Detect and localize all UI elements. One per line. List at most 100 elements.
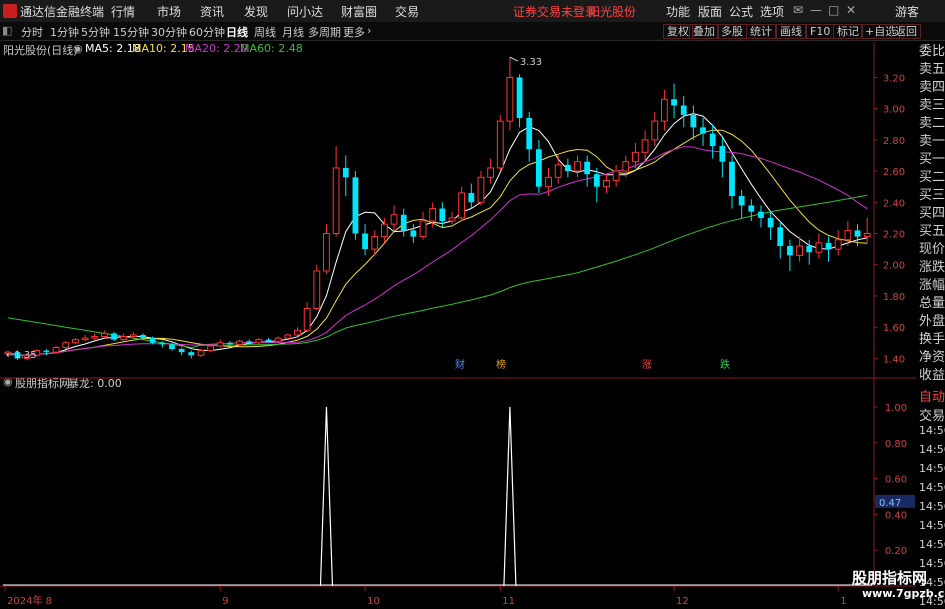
candle-down <box>535 149 542 187</box>
candle-up <box>255 339 263 344</box>
tick-time: 14:56 <box>919 538 945 551</box>
period-5min[interactable]: 5分钟 <box>81 24 110 40</box>
candle-down <box>748 205 755 212</box>
watermark-title: 股朋指标网 <box>852 569 928 587</box>
candle-up <box>574 161 581 172</box>
ind-y-tick-label: 0.20 <box>885 546 907 557</box>
candle-down <box>825 242 832 250</box>
tick-time: 14:56 <box>919 481 945 494</box>
menu-faxian[interactable]: 发现 <box>244 3 268 20</box>
candle-up <box>332 167 340 235</box>
tick-panel: 自动交易14:5614:5614:5614:5614:5614:5614:561… <box>918 384 945 608</box>
info-tag: 涨 <box>642 359 652 371</box>
candle-down <box>709 133 716 147</box>
btn-biaoji[interactable]: 标记 <box>833 24 863 39</box>
menu-bar: 通达信金融终端 行情 市场 资讯 发现 问小达 财富圈 交易 证券交易未登录 阳… <box>0 0 945 23</box>
kline-chart[interactable]: 3.20 3.00 2.80 2.60 2.40 2.20 2.00 1.80 1.60 1.40… <box>0 42 918 609</box>
period-left-icon[interactable]: ◧ <box>2 24 12 37</box>
candle-down <box>111 333 117 340</box>
tick-panel-label: 交易 <box>919 409 945 424</box>
quote-field-label: 现价 <box>919 242 945 257</box>
period-multi[interactable]: 多周期 <box>308 24 341 40</box>
ma5-line <box>7 113 868 356</box>
minimize-icon[interactable]: — <box>810 3 822 17</box>
menu-jiaoyi[interactable]: 交易 <box>395 3 419 20</box>
candle-down <box>246 341 253 343</box>
menu-gongshi[interactable]: 公式 <box>729 3 753 20</box>
btn-diejia[interactable]: 叠加 <box>689 24 719 39</box>
candle-up <box>371 236 379 250</box>
menu-wenxiaoda[interactable]: 问小达 <box>287 3 323 20</box>
candle-up <box>458 192 466 219</box>
quote-field-label: 买五 <box>919 224 945 239</box>
period-60min[interactable]: 60分钟 <box>189 24 225 40</box>
tick-panel-label: 自动 <box>919 390 945 405</box>
period-more[interactable]: 更多 <box>343 24 365 40</box>
y-tick-label: 1.40 <box>883 354 905 365</box>
candle-up <box>81 337 89 341</box>
period-monthly[interactable]: 月线 <box>282 24 304 40</box>
menu-caifuquan[interactable]: 财富圈 <box>341 3 377 20</box>
candle-up <box>236 340 243 345</box>
btn-tongji[interactable]: 统计 <box>746 24 776 39</box>
candle-down <box>738 196 745 206</box>
watermark-url: www.7gpzb.com <box>862 587 945 600</box>
quote-field-label: 委比 <box>919 44 945 59</box>
period-1min[interactable]: 1分钟 <box>50 24 79 40</box>
message-icon[interactable]: ✉ <box>793 3 803 17</box>
quote-panel: 委比 卖五 卖四 卖三 卖二 卖一 买一 买二 买三 买四 买五 现价 涨跌 涨幅 总量 外盘 换手 净资 收益 <box>918 42 945 384</box>
period-weekly[interactable]: 周线 <box>254 24 276 40</box>
x-tick-label: 10 <box>367 596 380 607</box>
chevron-right-icon[interactable]: › <box>367 24 371 37</box>
candle-down <box>854 230 861 237</box>
btn-back[interactable]: 返回 <box>891 24 921 39</box>
ma60-line <box>7 194 868 349</box>
user-label[interactable]: 游客 <box>895 3 919 20</box>
candle-down <box>767 217 774 228</box>
menu-gongneng[interactable]: 功能 <box>666 3 690 20</box>
period-15min[interactable]: 15分钟 <box>113 24 149 40</box>
btn-f10[interactable]: F10 <box>806 24 835 39</box>
btn-huaxian[interactable]: 画线 <box>776 24 806 39</box>
candle-down <box>178 349 185 353</box>
quote-field-label: 卖三 <box>919 98 945 113</box>
menu-xuanxiang[interactable]: 选项 <box>760 3 784 20</box>
high-mark-line <box>509 56 519 62</box>
period-30min[interactable]: 30分钟 <box>151 24 187 40</box>
candle-up <box>284 334 292 339</box>
period-daily[interactable]: 日线 <box>226 24 248 40</box>
candle-up <box>207 345 214 352</box>
x-tick-label: 11 <box>502 596 515 607</box>
candle-down <box>159 342 166 345</box>
y-tick-label: 2.40 <box>883 198 905 209</box>
trade-status[interactable]: 证券交易未登录 <box>513 3 597 20</box>
ind-y-tick-label: 0.40 <box>885 510 907 521</box>
menu-shichang[interactable]: 市场 <box>157 3 181 20</box>
menu-banmian[interactable]: 版面 <box>698 3 722 20</box>
candle-down <box>787 246 793 256</box>
low-mark-label: ←1.35 <box>6 350 37 361</box>
quote-field-label: 卖一 <box>919 134 945 149</box>
candle-up <box>72 339 79 344</box>
candle-up <box>506 76 514 122</box>
period-fenshi[interactable]: 分时 <box>21 24 43 40</box>
candle-up <box>612 170 620 181</box>
candle-down <box>758 211 764 218</box>
candle-down <box>169 344 175 350</box>
menu-hangqing[interactable]: 行情 <box>111 3 135 20</box>
candle-up <box>274 337 282 342</box>
candle-up <box>844 229 852 241</box>
candle-up <box>419 220 427 238</box>
close-icon[interactable]: ✕ <box>846 3 856 17</box>
quote-field-label: 外盘 <box>919 314 945 329</box>
candle-down <box>593 174 600 187</box>
candle-up <box>129 334 137 338</box>
menu-zixun[interactable]: 资讯 <box>200 3 224 20</box>
candle-up <box>632 151 639 163</box>
btn-duogu[interactable]: 多股 <box>717 24 747 39</box>
restore-icon[interactable]: □ <box>828 3 839 17</box>
candle-up <box>815 242 823 253</box>
candle-down <box>468 192 475 203</box>
tick-time: 14:56 <box>919 462 945 475</box>
candle-down <box>584 161 591 175</box>
